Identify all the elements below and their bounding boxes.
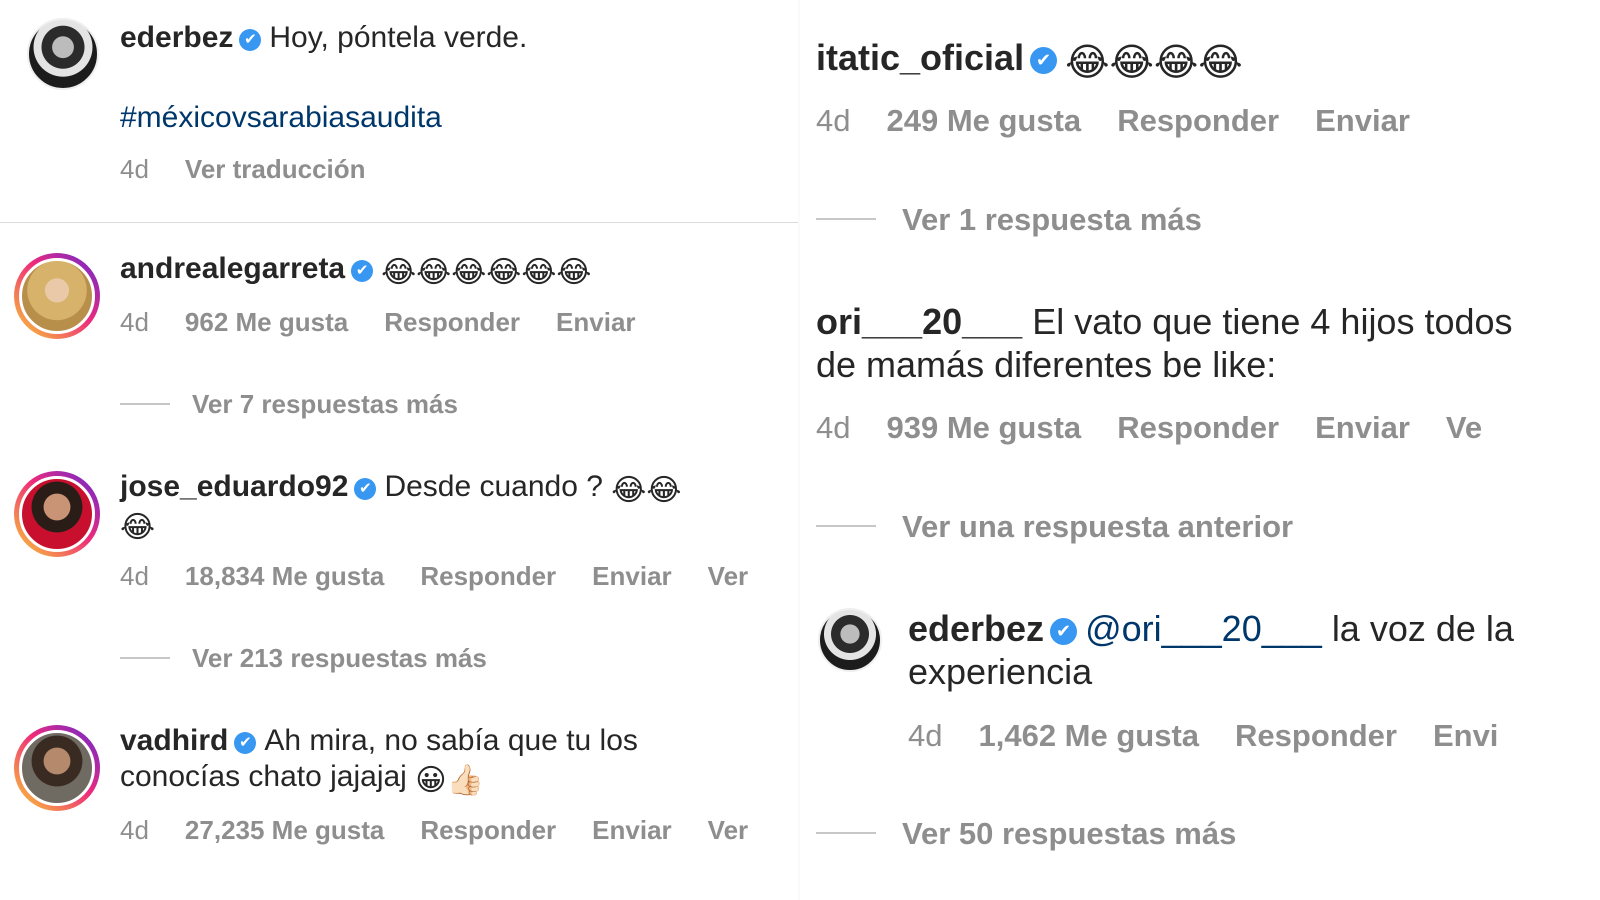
left-comments-panel: ederbez ✔ Hoy, póntela verde. #méxicovsara… xyxy=(0,0,798,900)
view-previous-reply-button[interactable]: Ver una respuesta anterior xyxy=(816,509,1293,545)
avatar[interactable] xyxy=(818,608,882,672)
comment-text: la voz de la xyxy=(1331,608,1514,649)
avatar[interactable] xyxy=(27,18,99,90)
verified-icon: ✔ xyxy=(351,260,374,282)
send-button[interactable]: Enviar xyxy=(1315,103,1410,138)
view-replies-button[interactable]: Ver 7 respuestas más xyxy=(120,389,458,420)
replies-line xyxy=(816,218,876,220)
laughing-emoji-icon: 😂 xyxy=(120,511,156,544)
caption-text: Hoy, póntela verde. xyxy=(269,21,528,54)
right-comments-panel: itatic_oficial ✔ 😂😂😂😂 4d 249 Me gusta Respon… xyxy=(800,0,1600,900)
timestamp: 4d xyxy=(908,718,943,753)
timestamp: 4d xyxy=(816,103,851,138)
reply-button[interactable]: Responder xyxy=(1117,103,1279,138)
timestamp: 4d xyxy=(120,154,149,184)
see-translation-link[interactable]: Ver traducción xyxy=(185,154,366,184)
laughing-emoji-icon: 😂😂 xyxy=(611,474,682,507)
timestamp: 4d xyxy=(816,410,851,445)
reply-button[interactable]: Responder xyxy=(420,561,556,591)
reply-button[interactable]: Responder xyxy=(420,815,556,845)
comment-text: El vato que tiene 4 hijos todos xyxy=(1032,301,1513,342)
avatar[interactable] xyxy=(14,725,100,811)
verified-icon: ✔ xyxy=(239,29,262,51)
comment-text: Desde cuando ? xyxy=(384,470,603,503)
timestamp: 4d xyxy=(120,307,149,337)
send-button[interactable]: Envi xyxy=(1433,718,1498,753)
verified-icon: ✔ xyxy=(354,478,377,500)
send-button[interactable]: Enviar xyxy=(592,815,672,845)
send-button[interactable]: Enviar xyxy=(1315,410,1410,445)
reply-button[interactable]: Responder xyxy=(1235,718,1397,753)
username[interactable]: andrealegarreta xyxy=(120,252,345,285)
verified-icon: ✔ xyxy=(1050,618,1078,645)
replies-line xyxy=(816,832,876,834)
laughing-emoji-icon: 😂😂😂😂 xyxy=(1065,42,1243,84)
comment-text-line2: de mamás diferentes be like: xyxy=(816,344,1277,385)
see-translation-link[interactable]: Ve xyxy=(1446,410,1482,445)
verified-icon: ✔ xyxy=(1030,47,1058,74)
verified-icon: ✔ xyxy=(234,732,257,754)
smile-thumbs-up-emoji-icon: 😀👍🏻 xyxy=(415,764,484,797)
view-replies-button[interactable]: Ver 50 respuestas más xyxy=(816,816,1236,852)
reply-button[interactable]: Responder xyxy=(384,307,520,337)
likes-count[interactable]: 249 Me gusta xyxy=(886,103,1081,138)
comment-text-line2: experiencia xyxy=(908,651,1093,692)
username[interactable]: ori___20___ xyxy=(816,301,1022,342)
hashtag-link[interactable]: #méxicovsarabiasaudita xyxy=(120,100,442,136)
see-translation-link[interactable]: Ver xyxy=(708,815,749,845)
comment-text: Ah mira, no sabía que tu los xyxy=(264,724,638,757)
avatar[interactable] xyxy=(14,471,100,557)
send-button[interactable]: Enviar xyxy=(592,561,672,591)
replies-line xyxy=(120,657,170,659)
view-replies-button[interactable]: Ver 213 respuestas más xyxy=(120,643,487,674)
comment-text-line2: conocías chato jajajaj xyxy=(120,760,407,793)
username[interactable]: ederbez xyxy=(908,608,1044,649)
username[interactable]: jose_eduardo92 xyxy=(120,470,348,503)
laughing-emoji-icon: 😂😂😂😂😂😂 xyxy=(381,256,592,289)
view-replies-button[interactable]: Ver 1 respuesta más xyxy=(816,202,1202,238)
mention-link[interactable]: @ori___20___ xyxy=(1085,608,1322,649)
likes-count[interactable]: 27,235 Me gusta xyxy=(185,815,384,845)
username[interactable]: itatic_oficial xyxy=(816,37,1024,78)
likes-count[interactable]: 962 Me gusta xyxy=(185,307,348,337)
timestamp: 4d xyxy=(120,561,149,591)
see-translation-link[interactable]: Ver xyxy=(708,561,749,591)
replies-line xyxy=(120,403,170,405)
likes-count[interactable]: 939 Me gusta xyxy=(886,410,1081,445)
divider xyxy=(0,222,798,223)
replies-line xyxy=(816,525,876,527)
likes-count[interactable]: 18,834 Me gusta xyxy=(185,561,384,591)
username[interactable]: ederbez xyxy=(120,21,233,54)
avatar[interactable] xyxy=(14,253,100,339)
timestamp: 4d xyxy=(120,815,149,845)
reply-button[interactable]: Responder xyxy=(1117,410,1279,445)
send-button[interactable]: Enviar xyxy=(556,307,636,337)
likes-count[interactable]: 1,462 Me gusta xyxy=(978,718,1199,753)
username[interactable]: vadhird xyxy=(120,724,228,757)
